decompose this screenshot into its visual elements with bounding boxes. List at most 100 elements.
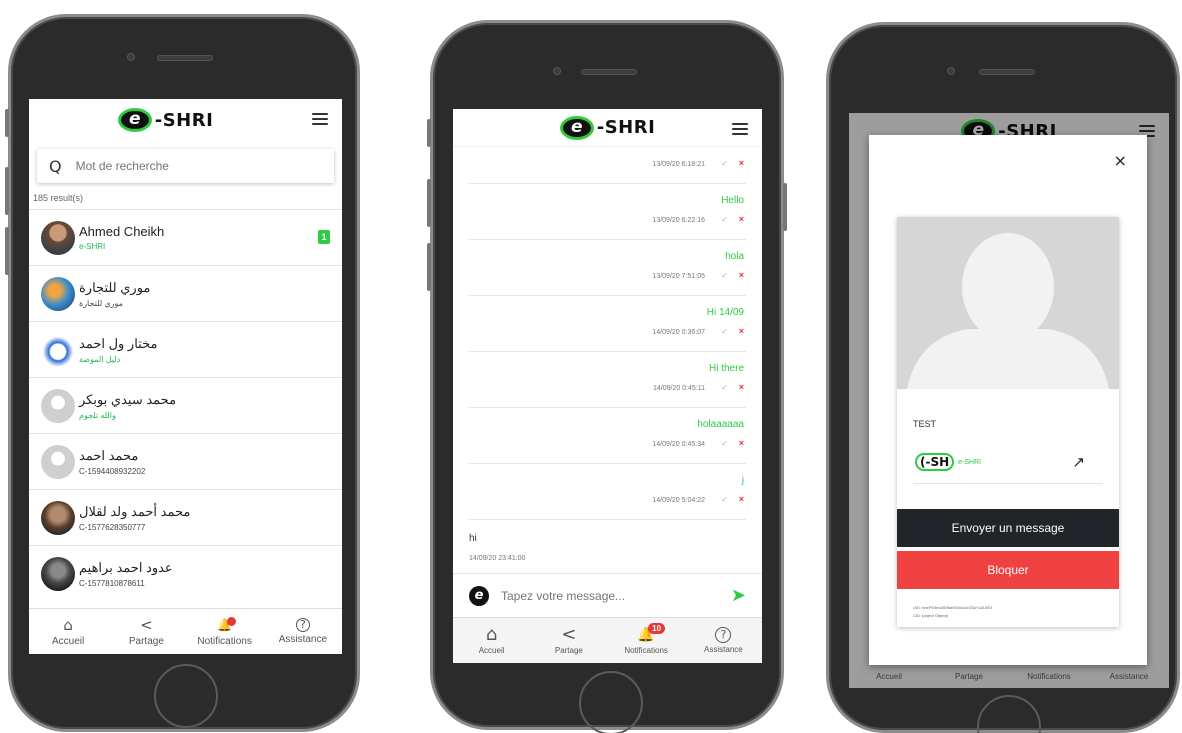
share-icon: < xyxy=(140,616,153,634)
profile-card: TEST (-SH e-SHRI ↗ Envoyer un message Bl… xyxy=(897,217,1119,627)
home-button[interactable] xyxy=(154,664,218,728)
phone-1: e -SHRI Q 185 result(s) Ahmed Cheikh e-S… xyxy=(5,14,360,732)
brand-logo-icon: (-SH xyxy=(915,453,955,471)
message-time: 14/09/20 0:36:07 xyxy=(652,329,705,336)
message-divider xyxy=(469,407,746,408)
side-key xyxy=(5,167,9,215)
send-icon[interactable]: ➤ xyxy=(731,585,746,606)
close-icon[interactable]: × xyxy=(1114,151,1127,170)
list-item[interactable]: محمد أحمد ولد لقلال C-1577628350777 xyxy=(29,489,342,545)
delete-message-icon[interactable]: × xyxy=(739,158,744,168)
home-button[interactable] xyxy=(579,671,643,733)
contact-name: موري للتجارة xyxy=(79,279,151,295)
notification-badge xyxy=(226,617,236,626)
message-text: hola xyxy=(725,251,744,262)
list-item[interactable]: مختار ول احمد دليل الموضة xyxy=(29,321,342,377)
camera xyxy=(127,53,135,61)
list-item[interactable]: Ahmed Cheikh e-SHRI 1 xyxy=(29,209,342,265)
cid-text: CID: [object Object] xyxy=(913,613,948,618)
side-key xyxy=(5,227,9,275)
nav-label: Assistance xyxy=(278,634,328,645)
profile-photo xyxy=(897,217,1119,389)
logo-e-icon: e xyxy=(117,108,152,132)
avatar xyxy=(41,332,75,367)
hamburger-menu-icon[interactable] xyxy=(312,113,328,125)
external-link-icon[interactable]: ↗ xyxy=(1072,453,1085,471)
nav-partage[interactable]: < Partage xyxy=(530,618,607,663)
nav-label: Partage xyxy=(128,636,164,647)
default-avatar-icon xyxy=(897,217,1119,389)
contact-sub: C-1594408932202 xyxy=(79,466,146,476)
notification-badge: 10 xyxy=(648,623,666,634)
list-item[interactable]: محمد احمد C-1594408932202 xyxy=(29,433,342,489)
message-input[interactable] xyxy=(501,588,701,603)
nav-notifications[interactable]: 🔔 10 Notifications xyxy=(608,618,685,663)
send-message-button[interactable]: Envoyer un message xyxy=(897,509,1119,547)
contact-name: محمد سيدي بوبكر xyxy=(79,391,177,407)
unread-badge: 1 xyxy=(318,230,330,244)
delete-message-icon[interactable]: × xyxy=(739,382,744,392)
nav-label: Assistance xyxy=(704,645,743,654)
search-bar[interactable]: Q xyxy=(37,149,334,183)
search-icon: Q xyxy=(49,156,62,176)
search-input[interactable] xyxy=(75,159,276,173)
help-icon: ? xyxy=(295,618,310,632)
read-check-icon: ✓ xyxy=(721,271,728,280)
contact-name: عدود احمد براهيم xyxy=(79,559,173,575)
list-item[interactable]: عدود احمد براهيم C-1577810878611 xyxy=(29,545,342,601)
incoming-message-time: 14/09/20 23:41:00 xyxy=(469,555,526,562)
message-time: 14/09/20 0:45:11 xyxy=(652,385,705,392)
triptych: e -SHRI Q 185 result(s) Ahmed Cheikh e-S… xyxy=(0,0,1182,733)
contact-sub: e-SHRI xyxy=(79,242,106,251)
delete-message-icon[interactable]: × xyxy=(739,326,744,336)
profile-name: TEST xyxy=(913,419,937,429)
brand-label: e-SHRI xyxy=(958,458,982,466)
share-icon: < xyxy=(561,624,577,645)
read-check-icon: ✓ xyxy=(721,383,728,392)
nav-assistance[interactable]: ? Assistance xyxy=(264,609,342,654)
phone-3: e -SHRI Accueil Partage Notifications As… xyxy=(826,22,1180,733)
message-text: holaaaaaa xyxy=(697,419,744,430)
nav-label: Notifications xyxy=(624,646,668,655)
avatar xyxy=(41,500,75,535)
speaker xyxy=(979,69,1035,75)
screen-chat: e -SHRI 13/09/20 6:18:21 ✓ × Hello 13/09… xyxy=(453,109,762,663)
delete-message-icon[interactable]: × xyxy=(739,214,744,224)
message-divider xyxy=(469,351,746,352)
message-text: j xyxy=(741,475,744,486)
block-button[interactable]: Bloquer xyxy=(897,551,1119,589)
nav-assistance[interactable]: ? Assistance xyxy=(685,618,762,663)
contact-sub: C-1577810878611 xyxy=(79,578,145,588)
contact-name: محمد أحمد ولد لقلال xyxy=(79,503,191,519)
list-item[interactable]: موري للتجارة موري للتجارة xyxy=(29,265,342,321)
app-e-icon: e xyxy=(469,585,489,606)
nav-partage[interactable]: < Partage xyxy=(107,609,185,654)
delete-message-icon[interactable]: × xyxy=(739,438,744,448)
message-time: 13/09/20 6:22:16 xyxy=(652,217,705,224)
screen-profile: e -SHRI Accueil Partage Notifications As… xyxy=(849,113,1169,688)
home-icon: ⌂ xyxy=(485,624,498,645)
read-check-icon: ✓ xyxy=(721,327,728,336)
result-count: 185 result(s) xyxy=(33,193,84,203)
home-button[interactable] xyxy=(977,695,1041,733)
nav-accueil[interactable]: ⌂ Accueil xyxy=(453,618,530,663)
delete-message-icon[interactable]: × xyxy=(739,270,744,280)
avatar xyxy=(41,556,75,591)
nav-notifications[interactable]: 🔔 Notifications xyxy=(186,609,264,654)
message-text: Hi there xyxy=(708,363,744,374)
list-item[interactable]: محمد سيدي بوبكر والله تلجوم xyxy=(29,377,342,433)
hamburger-menu-icon[interactable] xyxy=(732,123,748,135)
speaker xyxy=(157,55,213,61)
contact-text: موري للتجارة موري للتجارة xyxy=(79,280,150,308)
camera xyxy=(553,67,561,75)
delete-message-icon[interactable]: × xyxy=(739,494,744,504)
message-divider xyxy=(469,295,746,296)
contact-text: مختار ول احمد دليل الموضة xyxy=(79,336,157,364)
nav-accueil[interactable]: ⌂ Accueil xyxy=(29,609,107,654)
app-logo[interactable]: e -SHRI xyxy=(559,115,656,140)
contact-text: محمد سيدي بوبكر والله تلجوم xyxy=(79,392,176,420)
contact-text: عدود احمد براهيم C-1577810878611 xyxy=(79,560,173,588)
app-header: e -SHRI xyxy=(29,99,342,141)
app-logo[interactable]: e -SHRI xyxy=(117,108,214,132)
logo-text: -SHRI xyxy=(596,117,656,138)
